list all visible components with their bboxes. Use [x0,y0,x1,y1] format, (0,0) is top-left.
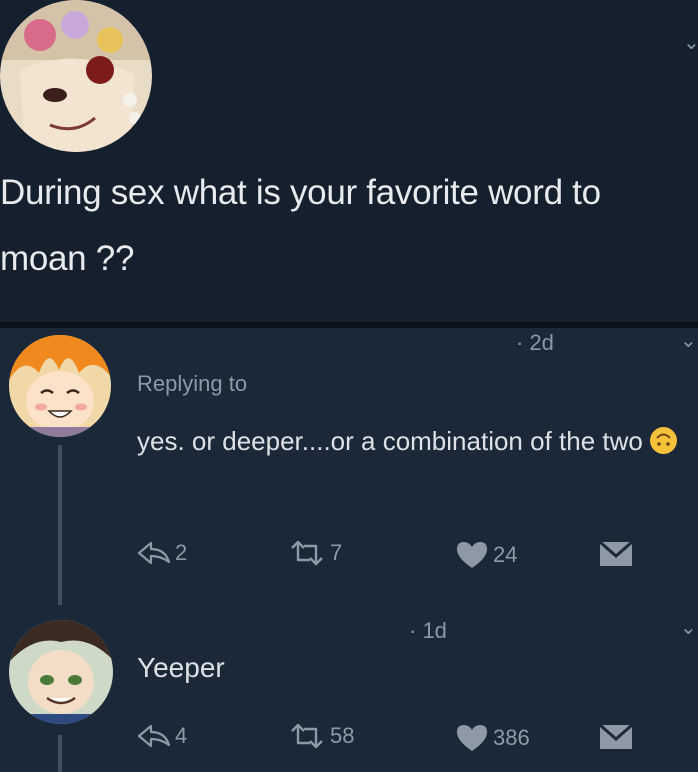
reply-1-reply-button[interactable]: 2 [137,540,187,566]
reply-2-menu-chevron-icon[interactable]: ⌄ [680,615,697,640]
reply-2-timestamp: · 1d [409,618,447,643]
retweet-icon [291,540,323,566]
envelope-icon [599,723,633,749]
tweet-menu-chevron-icon[interactable]: ⌄ [683,30,698,55]
reply-2-dm-button[interactable] [598,723,638,751]
heart-icon [457,725,487,751]
reply-1-retweet-count: 7 [330,540,343,565]
reply-1-reply-count: 2 [175,540,188,565]
reply-2-reply-count: 4 [175,723,188,748]
reply-2-like-button[interactable]: 386 [455,723,530,753]
original-tweet-avatar[interactable] [0,0,152,152]
reply-arrow-icon [137,724,171,748]
reply-1-avatar[interactable] [9,335,111,437]
reply-1-timestamp: · 2d [516,330,554,355]
reply-arrow-icon [137,541,171,565]
upside-down-face-icon [649,421,678,454]
reply-1-like-count: 24 [493,542,518,567]
reply-1-text: yes. or deeper....or a combination of th… [137,416,697,466]
reply-1-retweet-button[interactable]: 7 [288,540,342,566]
envelope-icon [599,540,633,566]
reply-2-like-count: 386 [493,725,530,750]
original-tweet-text: During sex what is your favorite word to… [0,173,601,278]
reply-1-text-content: yes. or deeper....or a combination of th… [137,426,643,456]
replying-to-label: Replying to [137,371,248,396]
reply-2-retweet-button[interactable]: 58 [288,723,354,749]
reply-2-retweet-count: 58 [330,723,355,748]
retweet-icon [291,723,323,749]
reply-2-avatar[interactable] [9,620,113,724]
reply-1-like-button[interactable]: 24 [455,540,517,570]
heart-icon [457,542,487,568]
reply-2-text: Yeeper [137,652,225,683]
reply-1-dm-button[interactable] [598,540,638,568]
reply-2-reply-button[interactable]: 4 [137,723,187,749]
thread-line [58,445,62,605]
reply-1-menu-chevron-icon[interactable]: ⌄ [680,328,697,353]
thread-line-2 [58,735,62,772]
